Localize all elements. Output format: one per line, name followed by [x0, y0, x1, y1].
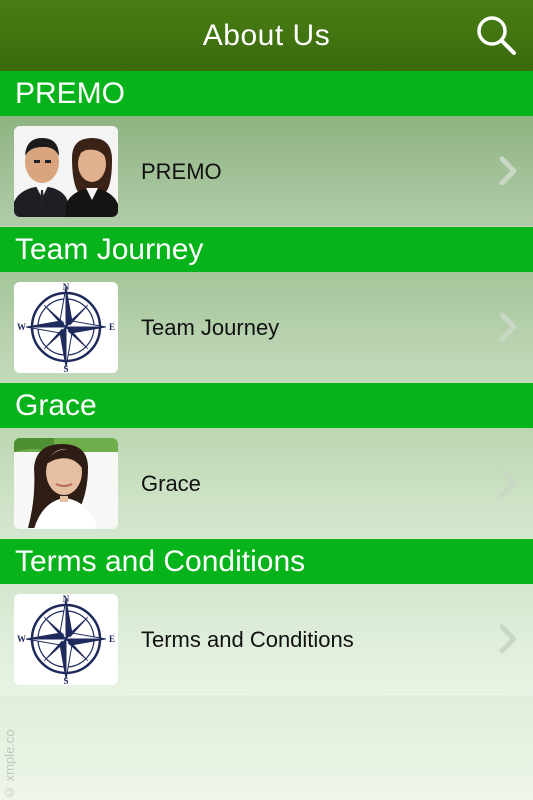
svg-text:W: W [17, 634, 26, 644]
watermark: © xmple.co [2, 729, 17, 800]
list-item-terms-and-conditions[interactable]: N S W E Terms and Conditions [0, 584, 533, 695]
chevron-right-icon [499, 312, 517, 342]
list-item-team-journey[interactable]: N S W E Team Journey [0, 272, 533, 383]
svg-text:S: S [63, 676, 68, 685]
compass-rose-thumbnail: N S W E [14, 282, 118, 373]
section-header-team-journey: Team Journey [0, 227, 533, 272]
svg-text:N: N [63, 594, 70, 604]
svg-text:E: E [109, 322, 115, 332]
list-item-label: PREMO [141, 159, 222, 184]
chevron-right-icon [499, 156, 517, 186]
compass-rose-icon: N S W E [14, 282, 118, 373]
section-header-terms: Terms and Conditions [0, 539, 533, 584]
search-button[interactable] [473, 12, 519, 58]
section-header-grace: Grace [0, 383, 533, 428]
premo-thumbnail [14, 126, 118, 217]
svg-text:N: N [63, 282, 70, 292]
app-header: About Us [0, 0, 533, 71]
svg-text:W: W [17, 322, 26, 332]
grace-thumbnail [14, 438, 118, 529]
list-item-label: Grace [141, 471, 201, 496]
compass-rose-thumbnail: N S W E [14, 594, 118, 685]
compass-rose-icon: N S W E [14, 594, 118, 685]
chevron-right-icon [499, 624, 517, 654]
svg-text:E: E [109, 634, 115, 644]
list-item-label: Team Journey [141, 315, 280, 340]
page-title: About Us [202, 18, 331, 52]
list-item-premo[interactable]: PREMO [0, 116, 533, 227]
chevron-right-icon [499, 468, 517, 498]
search-icon [477, 16, 516, 55]
list-item-label: Terms and Conditions [141, 627, 354, 652]
list-item-grace[interactable]: Grace [0, 428, 533, 539]
section-header-premo: PREMO [0, 71, 533, 116]
about-list: PREMO PREMO Team Journey N S W E Team Jo… [0, 71, 533, 695]
svg-text:S: S [63, 364, 68, 373]
